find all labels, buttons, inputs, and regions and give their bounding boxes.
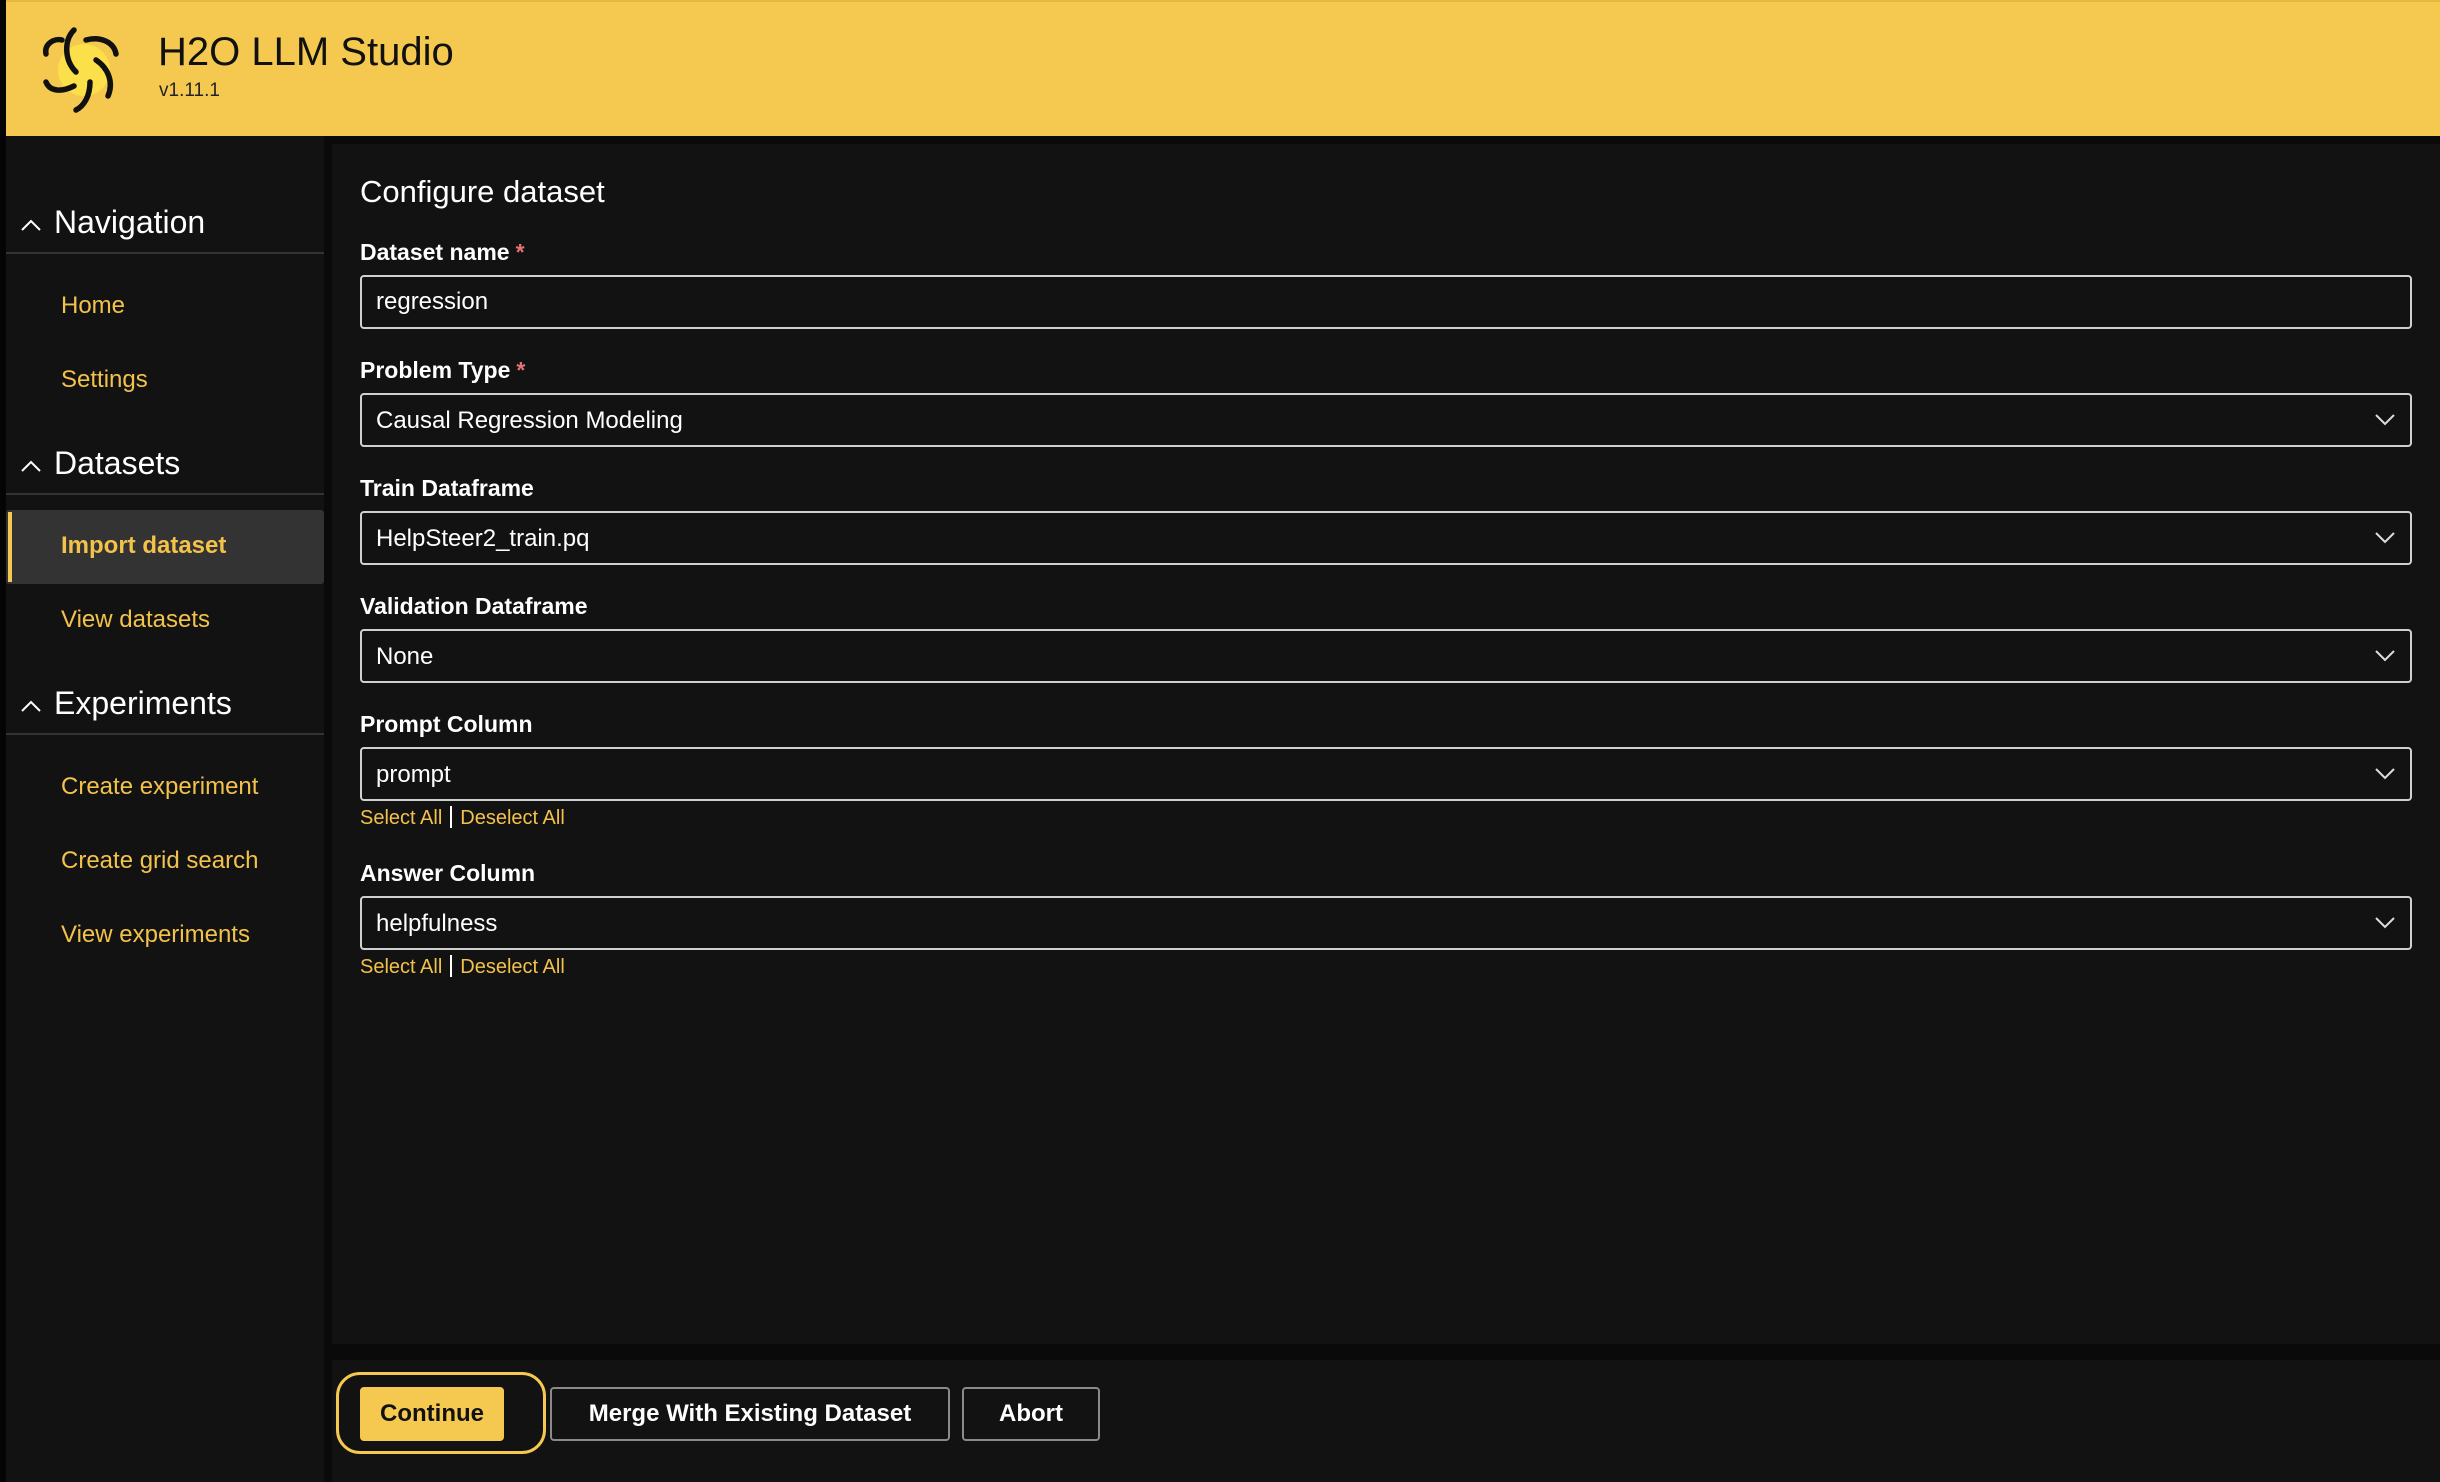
dropdown-value: None	[376, 643, 434, 670]
sidebar-item-view-datasets[interactable]: View datasets	[6, 584, 324, 658]
chevron-down-icon	[2375, 650, 2395, 662]
prompt-column-select-links: Select All Deselect All	[360, 806, 565, 830]
dropdown-value: Causal Regression Modeling	[376, 407, 683, 434]
required-marker: *	[515, 239, 525, 265]
sidebar-section-navigation[interactable]: Navigation	[6, 196, 324, 254]
problem-type-dropdown[interactable]: Causal Regression Modeling	[360, 393, 2412, 447]
sidebar: Navigation Home Settings Datasets Import…	[6, 136, 324, 1482]
dropdown-value: HelpSteer2_train.pq	[376, 525, 590, 552]
field-label-text: Problem Type	[360, 357, 511, 383]
train-dataframe-dropdown[interactable]: HelpSteer2_train.pq	[360, 511, 2412, 565]
validation-dataframe-dropdown[interactable]: None	[360, 629, 2412, 683]
sidebar-item-create-grid-search[interactable]: Create grid search	[6, 825, 324, 899]
dataset-name-input-box[interactable]	[360, 275, 2412, 329]
dataset-name-label: Dataset name *	[360, 239, 525, 266]
link-separator	[450, 806, 453, 828]
sidebar-item-label: Create grid search	[61, 847, 259, 874]
select-all-link[interactable]: Select All	[360, 956, 442, 978]
abort-button[interactable]: Abort	[962, 1387, 1100, 1441]
dropdown-value: helpfulness	[376, 910, 498, 937]
page-title: Configure dataset	[360, 174, 605, 209]
sidebar-section-experiments[interactable]: Experiments	[6, 677, 324, 735]
h2o-logo-icon	[43, 27, 119, 113]
deselect-all-link[interactable]: Deselect All	[460, 807, 565, 829]
sidebar-item-import-dataset[interactable]: Import dataset	[6, 510, 324, 584]
sidebar-item-label: Create experiment	[61, 773, 259, 800]
sidebar-section-title: Experiments	[54, 685, 232, 721]
app-version: v1.11.1	[159, 80, 220, 101]
sidebar-item-label: View datasets	[61, 606, 210, 633]
required-marker: *	[516, 357, 526, 383]
sidebar-item-label: View experiments	[61, 921, 250, 948]
link-separator	[450, 955, 453, 977]
chevron-down-icon	[2375, 532, 2395, 544]
answer-column-select-links: Select All Deselect All	[360, 955, 565, 979]
sidebar-item-label: Import dataset	[61, 532, 227, 559]
sidebar-section-datasets[interactable]: Datasets	[6, 437, 324, 495]
prompt-column-label: Prompt Column	[360, 711, 533, 737]
field-label-text: Dataset name	[360, 239, 510, 265]
select-all-link[interactable]: Select All	[360, 807, 442, 829]
chevron-up-icon	[21, 219, 41, 231]
sidebar-item-label: Settings	[61, 366, 148, 393]
sidebar-item-settings[interactable]: Settings	[6, 344, 324, 418]
problem-type-label: Problem Type *	[360, 357, 525, 384]
validation-dataframe-label: Validation Dataframe	[360, 593, 588, 619]
answer-column-label: Answer Column	[360, 860, 536, 886]
configure-dataset-panel: Configure dataset Dataset name* Problem …	[332, 144, 2440, 1344]
dropdown-value: prompt	[376, 761, 451, 788]
chevron-down-icon	[2375, 768, 2395, 780]
chevron-down-icon	[2375, 917, 2395, 929]
chevron-up-icon	[21, 460, 41, 472]
sidebar-item-view-experiments[interactable]: View experiments	[6, 899, 324, 973]
deselect-all-link[interactable]: Deselect All	[460, 956, 565, 978]
sidebar-section-title: Datasets	[54, 445, 181, 481]
action-footer: Continue Merge With Existing Dataset Abo…	[332, 1360, 2440, 1482]
sidebar-section-title: Navigation	[54, 204, 206, 240]
dataset-name-input[interactable]	[362, 277, 2410, 327]
answer-column-dropdown[interactable]: helpfulness	[360, 896, 2412, 950]
prompt-column-dropdown[interactable]: prompt	[360, 747, 2412, 801]
chevron-down-icon	[2375, 414, 2395, 426]
sidebar-item-create-experiment[interactable]: Create experiment	[6, 751, 324, 825]
app-title: H2O LLM Studio	[158, 30, 454, 74]
continue-button[interactable]: Continue	[360, 1387, 504, 1441]
chevron-up-icon	[21, 700, 41, 712]
app-header: H2O LLM Studio v1.11.1	[6, 0, 2440, 136]
merge-with-existing-dataset-button[interactable]: Merge With Existing Dataset	[550, 1387, 950, 1441]
sidebar-item-label: Home	[61, 292, 126, 319]
sidebar-item-home[interactable]: Home	[6, 270, 324, 344]
train-dataframe-label: Train Dataframe	[360, 475, 534, 501]
